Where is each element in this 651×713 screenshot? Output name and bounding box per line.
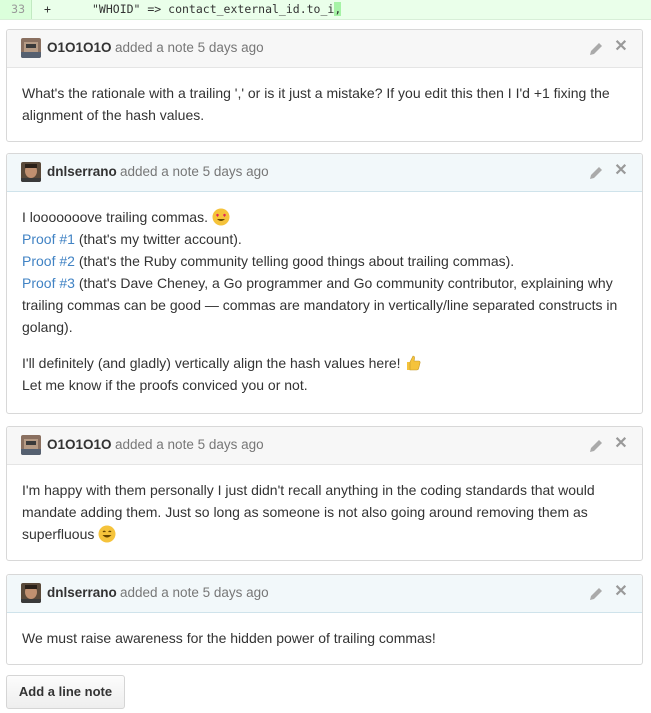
note-paragraph: I looooooove trailing commas. Proof #1 (…	[22, 206, 627, 338]
note-header: O1O1O1O added a note 5 days ago ✕	[7, 427, 642, 465]
pencil-icon[interactable]	[588, 438, 604, 454]
thumbs-up-emoji-icon	[407, 355, 421, 371]
avatar[interactable]	[21, 583, 41, 603]
avatar[interactable]	[21, 435, 41, 455]
note-body: We must raise awareness for the hidden p…	[7, 613, 642, 661]
note-meta: added a note 5 days ago	[120, 164, 269, 179]
note-body: What's the rationale with a trailing ','…	[7, 68, 642, 138]
note-card: O1O1O1O added a note 5 days ago ✕ I'm ha…	[6, 426, 643, 561]
pencil-icon[interactable]	[588, 165, 604, 181]
note-card: dnlserrano added a note 5 days ago ✕ We …	[6, 574, 643, 665]
proof-1-link[interactable]: Proof #1	[22, 231, 75, 247]
note-card: O1O1O1O added a note 5 days ago ✕ What's…	[6, 29, 643, 142]
avatar[interactable]	[21, 38, 41, 58]
note-meta: added a note 5 days ago	[120, 585, 269, 600]
note-body: I looooooove trailing commas. Proof #1 (…	[7, 192, 642, 408]
proof-2-link[interactable]: Proof #2	[22, 253, 75, 269]
diff-added-marker: +	[44, 2, 51, 16]
diff-line-number: 33	[0, 0, 32, 19]
close-icon[interactable]: ✕	[614, 583, 628, 601]
note-card: dnlserrano added a note 5 days ago ✕ I l…	[6, 153, 643, 414]
note-author[interactable]: dnlserrano	[47, 164, 117, 179]
close-icon[interactable]: ✕	[614, 435, 628, 453]
proof-1-text: (that's my twitter account).	[74, 231, 242, 247]
diff-line: 33 + "WHOID" => contact_external_id.to_i…	[0, 0, 651, 20]
note-text: I'll definitely (and gladly) vertically …	[22, 355, 401, 371]
note-author[interactable]: dnlserrano	[47, 585, 117, 600]
note-text: We must raise awareness for the hidden p…	[22, 630, 436, 646]
diff-code-text: "WHOID" => contact_external_id.to_i	[92, 2, 335, 16]
note-meta: added a note 5 days ago	[115, 40, 264, 55]
close-icon[interactable]: ✕	[614, 162, 628, 180]
proof-3-text: (that's Dave Cheney, a Go programmer and…	[22, 275, 618, 335]
add-line-note-button[interactable]: Add a line note	[6, 675, 125, 709]
note-author[interactable]: O1O1O1O	[47, 40, 112, 55]
pencil-icon[interactable]	[588, 586, 604, 602]
note-header: dnlserrano added a note 5 days ago ✕	[7, 154, 642, 192]
diff-code: "WHOID" => contact_external_id.to_i,	[92, 0, 342, 19]
note-text: Let me know if the proofs conviced you o…	[22, 377, 308, 393]
proof-3-link[interactable]: Proof #3	[22, 275, 75, 291]
close-icon[interactable]: ✕	[614, 38, 628, 56]
note-text: What's the rationale with a trailing ','…	[22, 85, 610, 123]
diff-code-highlight: ,	[334, 2, 342, 16]
note-paragraph: I'm happy with them personally I just di…	[22, 479, 627, 545]
smile-emoji-icon	[98, 525, 116, 543]
note-header: O1O1O1O added a note 5 days ago ✕	[7, 30, 642, 68]
note-paragraph: I'll definitely (and gladly) vertically …	[22, 352, 627, 396]
pencil-icon[interactable]	[588, 41, 604, 57]
note-meta: added a note 5 days ago	[115, 437, 264, 452]
note-header: dnlserrano added a note 5 days ago ✕	[7, 575, 642, 613]
note-body: I'm happy with them personally I just di…	[7, 465, 642, 557]
proof-2-text: (that's the Ruby community telling good …	[74, 253, 515, 269]
note-text: I looooooove trailing commas.	[22, 209, 208, 225]
heart-eyes-emoji-icon	[212, 208, 230, 226]
note-author[interactable]: O1O1O1O	[47, 437, 112, 452]
avatar[interactable]	[21, 162, 41, 182]
